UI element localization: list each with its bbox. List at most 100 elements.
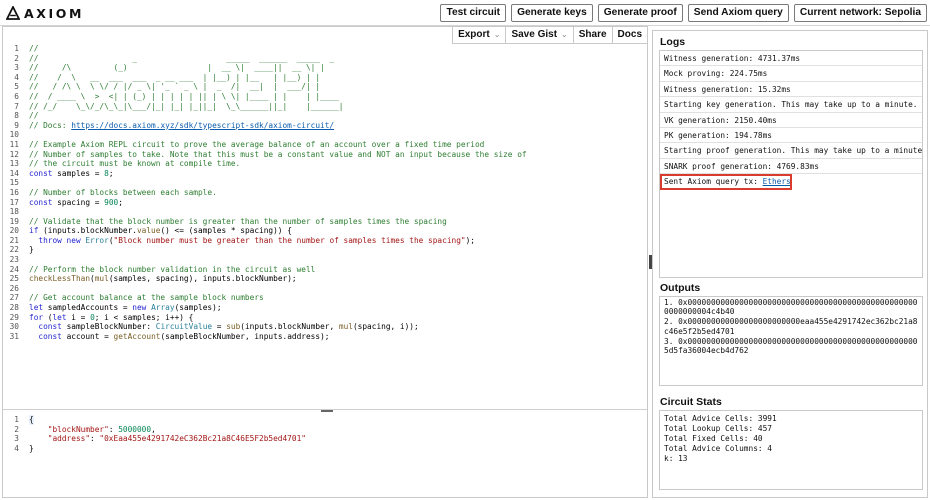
code-line[interactable]: 5 // / /\ \ \ \/ / |/ _ \| '_ ` _ \ | _ /… (3, 82, 647, 92)
code-token: checkLessThan (29, 274, 91, 284)
export-dropdown[interactable]: Export ⌄ (453, 27, 507, 43)
line-number: 20 (9, 226, 19, 236)
code-text: { (29, 415, 34, 425)
code-line[interactable]: 29 for (let i = 0; i < samples; i++) { (3, 313, 647, 323)
code-line[interactable]: 16 // Number of blocks between each sampl… (3, 188, 647, 198)
code-token: // (29, 44, 39, 53)
test-circuit-button[interactable]: Test circuit (440, 4, 507, 22)
code-line[interactable]: 25 checkLessThan(mul(samples, spacing), i… (3, 274, 647, 284)
editor-horizontal-splitter[interactable] (3, 409, 647, 413)
etherscan-link[interactable]: Etherscan (763, 177, 792, 186)
code-line[interactable]: 1{ (3, 415, 647, 425)
line-number: 27 (9, 293, 19, 303)
line-number: 5 (14, 82, 19, 92)
code-text: // Number of blocks between each sample. (29, 188, 217, 198)
code-line[interactable]: 17 const spacing = 900; (3, 198, 647, 208)
code-editor-panel: Export ⌄ Save Gist ⌄ Share Docs 1 // 2 // _… (2, 26, 648, 498)
code-token: } (29, 245, 34, 255)
code-line[interactable]: 30 const sampleBlockNumber: CircuitValue… (3, 322, 647, 332)
docs-link[interactable]: https://docs.axiom.xyz/sdk/typescript-sd… (71, 121, 334, 130)
code-line[interactable]: 3 "address": "0xEaa455e4291742eC362Bc21a… (3, 434, 647, 444)
line-number: 2 (14, 424, 19, 434)
code-token: i = (66, 312, 91, 322)
code-line[interactable]: 6 // / ____ \ > <| | (_) | | | | | || | \… (3, 92, 647, 102)
code-line[interactable]: 24 // Perform the block number validation… (3, 265, 647, 275)
code-line[interactable]: 7 // /_/ \_\/_/\_\_|\___/|_| |_| |_||_| \… (3, 102, 647, 112)
network-selector-button[interactable]: Current network: Sepolia (793, 4, 927, 22)
code-line[interactable]: 22} (3, 245, 647, 255)
send-axiom-query-button[interactable]: Send Axiom query (687, 4, 789, 22)
code-token: (inputs.blockNumber. (38, 226, 137, 236)
log-row: Mock proving: 224.75ms (660, 66, 922, 82)
code-token: : (108, 424, 119, 434)
top-bar: AXIOM Test circuit Generate keys Generat… (0, 0, 930, 26)
code-token: // Perform the block number validation i… (29, 264, 316, 274)
code-text: // _ _____ ______ _____ _ (29, 54, 334, 64)
line-number: 19 (9, 216, 19, 226)
code-line[interactable]: 15 (3, 178, 647, 188)
code-line[interactable]: 1 // (3, 44, 647, 54)
log-row: Starting key generation. This may take u… (660, 97, 922, 113)
code-line[interactable]: 18 (3, 207, 647, 217)
code-token: ; i < samples; i++) { (94, 312, 194, 322)
code-line[interactable]: 28 let sampledAccounts = new Array(sample… (3, 303, 647, 313)
code-line[interactable]: 10 (3, 130, 647, 140)
code-line[interactable]: 2 // _ _____ ______ _____ _ (3, 54, 647, 64)
axiom-logo-icon (6, 6, 20, 20)
code-text: "address": "0xEaa455e4291742eC362Bc21a8C… (29, 434, 306, 444)
code-text: // Example Axiom REPL circuit to prove t… (29, 140, 484, 150)
code-line[interactable]: 8 // (3, 111, 647, 121)
code-text: "blockNumber": 5000000, (29, 425, 156, 435)
code-token: { (29, 415, 34, 424)
code-token: , (151, 424, 156, 434)
code-text: if (inputs.blockNumber.value() <= (sampl… (29, 226, 292, 236)
code-text: // the circuit must be known at compile … (29, 159, 240, 169)
code-token: const (38, 331, 62, 341)
log-row-query-sent: Sent Axiom query tx: Etherscan (660, 174, 792, 190)
code-line[interactable]: 4 // / \ __ ___ ___ _ __ ___ | |__) | |__… (3, 73, 647, 83)
code-token: let (29, 303, 44, 313)
share-button[interactable]: Share (574, 27, 613, 43)
code-line[interactable]: 14 const samples = 8; (3, 169, 647, 179)
axiom-logo: AXIOM (6, 5, 84, 21)
code-line[interactable]: 21 throw new Error("Block number must be… (3, 236, 647, 246)
code-token: () <= (samples * spacing)) { (160, 226, 292, 236)
log-row: VK generation: 2150.40ms (660, 113, 922, 128)
code-line[interactable]: 31 const account = getAccount(sampleBloc… (3, 332, 647, 342)
code-token: sampledAccounts = (43, 303, 133, 313)
code-token: // _ _____ ______ _____ _ (29, 53, 335, 63)
code-line[interactable]: 3 // /\ (_) | __ \| ____|| __ \| | (3, 63, 647, 73)
log-row: Witness generation: 15.32ms (660, 82, 922, 98)
docs-button[interactable]: Docs (613, 27, 647, 43)
generate-keys-button[interactable]: Generate keys (511, 4, 593, 22)
code-line[interactable]: 13 // the circuit must be known at compil… (3, 159, 647, 169)
code-line[interactable]: 9 // Docs: https://docs.axiom.xyz/sdk/typ… (3, 121, 647, 131)
code-token: const (29, 168, 53, 178)
drag-handle-icon[interactable] (321, 410, 333, 412)
code-line[interactable]: 11 // Example Axiom REPL circuit to prove… (3, 140, 647, 150)
code-line[interactable]: 20 if (inputs.blockNumber.value() <= (sam… (3, 226, 647, 236)
inputs-json-editor[interactable]: 1{2 "blockNumber": 5000000, 3 "address": … (3, 415, 647, 453)
code-line[interactable]: 2 "blockNumber": 5000000, (3, 425, 647, 435)
code-text: // (29, 111, 38, 121)
stat-row: Total Lookup Cells: 457 (664, 424, 772, 433)
circuit-code-editor[interactable]: 1 // 2 // _ _____ ______ _____ _ 3 // /\ (_) … (3, 44, 647, 341)
circuit-stats-title: Circuit Stats (660, 396, 722, 408)
outputs-title: Outputs (660, 282, 701, 294)
code-line[interactable]: 26 (3, 284, 647, 294)
line-number: 14 (9, 168, 19, 178)
save-gist-dropdown[interactable]: Save Gist ⌄ (506, 27, 574, 43)
code-line[interactable]: 12 // Number of samples to take. Note tha… (3, 150, 647, 160)
output-row: 1. 0x00000000000000000000000000000000000… (664, 298, 918, 317)
code-text: } (29, 444, 34, 454)
code-token: // Number of blocks between each sample. (29, 187, 217, 197)
generate-proof-button[interactable]: Generate proof (597, 4, 683, 22)
code-line[interactable]: 23 (3, 255, 647, 265)
code-line[interactable]: 4} (3, 444, 647, 454)
code-text: // / /\ \ \ \/ / |/ _ \| '_ ` _ \ | _ /|… (29, 82, 320, 92)
code-line[interactable]: 19 // Validate that the block number is g… (3, 217, 647, 227)
code-text: const account = getAccount(sampleBlockNu… (29, 332, 329, 342)
code-line[interactable]: 27 // Get account balance at the sample b… (3, 293, 647, 303)
